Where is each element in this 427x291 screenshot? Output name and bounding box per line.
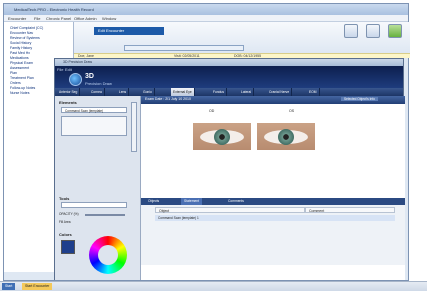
tab-comments[interactable]: Comments xyxy=(225,198,247,205)
precision-menu-file[interactable]: File xyxy=(57,67,63,72)
nav-tab[interactable]: Cornea xyxy=(89,88,105,96)
column-object[interactable]: Object xyxy=(155,207,305,213)
right-eye-image[interactable] xyxy=(193,123,251,150)
tree-item[interactable]: Review of Systems xyxy=(10,36,40,40)
elements-panel: Elements Command Scan (template) Tools O… xyxy=(55,96,141,280)
color-wheel[interactable] xyxy=(89,236,127,274)
menu-item-office[interactable]: Office Admin xyxy=(74,16,97,21)
opacity-label: OPACITY (%) xyxy=(59,212,79,216)
tools-heading: Tools xyxy=(59,196,70,201)
nav-tab[interactable]: Lens xyxy=(117,88,130,96)
exam-date: Exam Date : 2/1 July 10 2010 xyxy=(145,97,191,101)
taskbar-item[interactable]: Start Encounter xyxy=(22,283,53,290)
tree-item[interactable]: Physical Exam xyxy=(10,61,33,65)
nav-tab[interactable]: Anterior Seg xyxy=(57,88,81,96)
tree-item[interactable]: Assessment xyxy=(10,66,29,70)
menu-item-file[interactable]: File xyxy=(34,16,40,21)
nav-tab[interactable]: Cranial Nerve xyxy=(267,88,293,96)
os-label: OS xyxy=(289,109,295,113)
objects-grid: Object Comment Command Scan (template) 1 xyxy=(141,205,405,265)
opacity-slider[interactable] xyxy=(85,214,125,216)
precision-draw-window: 3D Precision Draw File Edit 3D Precision… xyxy=(54,58,405,280)
elements-scrollbar[interactable] xyxy=(131,102,137,152)
nav-tab[interactable]: Gonio xyxy=(141,88,155,96)
encounter-header: Edit Encounter Doe, Jane Visit: 02/05/20… xyxy=(74,22,410,58)
tab-statement[interactable]: Statement xyxy=(181,198,203,205)
exam-nav: Anterior Seg Cornea Lens Gonio External … xyxy=(55,88,403,96)
print-icon[interactable] xyxy=(344,24,358,38)
color-wheel-center xyxy=(98,245,118,265)
menu-bar: Encounter File Chronic Panel Office Admi… xyxy=(4,15,408,22)
element-preview xyxy=(61,116,127,136)
save-icon[interactable] xyxy=(388,24,402,38)
tree-item[interactable]: Chief Complaint (CC) xyxy=(10,26,43,30)
left-eye-image[interactable] xyxy=(257,123,315,150)
precision-window-title: 3D Precision Draw xyxy=(63,60,92,64)
start-button[interactable]: Start xyxy=(2,283,16,290)
tree-item[interactable]: Social History xyxy=(10,41,31,45)
tree-item[interactable]: Nurse Notes xyxy=(10,91,29,95)
nav-tab[interactable]: Fundus xyxy=(211,88,227,96)
menu-item-chronic[interactable]: Chronic Panel xyxy=(46,16,71,21)
tree-item[interactable]: Encounter Nav xyxy=(10,31,33,35)
drawing-area: Exam Date : 2/1 July 10 2010 Selected Ob… xyxy=(141,96,405,280)
selected-info-button[interactable]: Selected Object's Info xyxy=(341,97,378,101)
window-title: MedicalTech.PRO - Electronic Health Reco… xyxy=(14,7,94,12)
tree-item[interactable]: Past Med Hx xyxy=(10,51,30,55)
logo-subtitle: Precision Draw xyxy=(85,81,112,86)
header-toolbar[interactable] xyxy=(124,45,244,51)
precision-menu-edit[interactable]: Edit xyxy=(65,67,72,72)
tab-objects[interactable]: Objects xyxy=(145,198,162,205)
globe-logo-icon xyxy=(69,73,82,86)
title-bar: MedicalTech.PRO - Electronic Health Reco… xyxy=(4,4,408,15)
iris xyxy=(214,129,230,145)
iris xyxy=(278,129,294,145)
tree-item[interactable]: Plan xyxy=(10,71,17,75)
column-comment[interactable]: Comment xyxy=(305,207,395,213)
nav-tab[interactable]: Lateral xyxy=(239,88,255,96)
tree-item[interactable]: Family History xyxy=(10,46,32,50)
precision-banner: File Edit 3D Precision Draw xyxy=(55,66,403,88)
precision-title-bar: 3D Precision Draw xyxy=(55,59,403,66)
current-color-swatch[interactable] xyxy=(61,240,75,254)
bottom-tabs: Objects Statement Comments xyxy=(141,198,405,205)
elements-heading: Elements xyxy=(59,100,77,105)
tree-item[interactable]: Treatment Plan xyxy=(10,76,34,80)
tree-item[interactable]: Medications xyxy=(10,56,29,60)
encounter-label: Edit Encounter xyxy=(94,27,164,35)
nav-tab[interactable]: EOM xyxy=(307,88,320,96)
nav-tab-selected[interactable]: External Eye xyxy=(171,88,195,96)
exam-date-bar: Exam Date : 2/1 July 10 2010 Selected Ob… xyxy=(141,96,405,104)
menu-item-encounter[interactable]: Encounter xyxy=(8,16,26,21)
fill-area-label: Fill Area xyxy=(59,220,71,224)
tree-item[interactable]: Orders xyxy=(10,81,21,85)
element-item[interactable]: Command Scan (template) xyxy=(61,107,127,113)
colors-heading: Colors xyxy=(59,232,72,237)
menu-item-window[interactable]: Window xyxy=(102,16,116,21)
od-label: OD xyxy=(209,109,215,113)
logo-title: 3D xyxy=(85,73,94,80)
help-icon[interactable] xyxy=(366,24,380,38)
taskbar: Start Start Encounter xyxy=(0,281,427,291)
tool-strip[interactable] xyxy=(61,202,127,208)
tree-item[interactable]: Follow-up Notes xyxy=(10,86,35,90)
grid-row[interactable]: Command Scan (template) 1 xyxy=(155,215,395,221)
